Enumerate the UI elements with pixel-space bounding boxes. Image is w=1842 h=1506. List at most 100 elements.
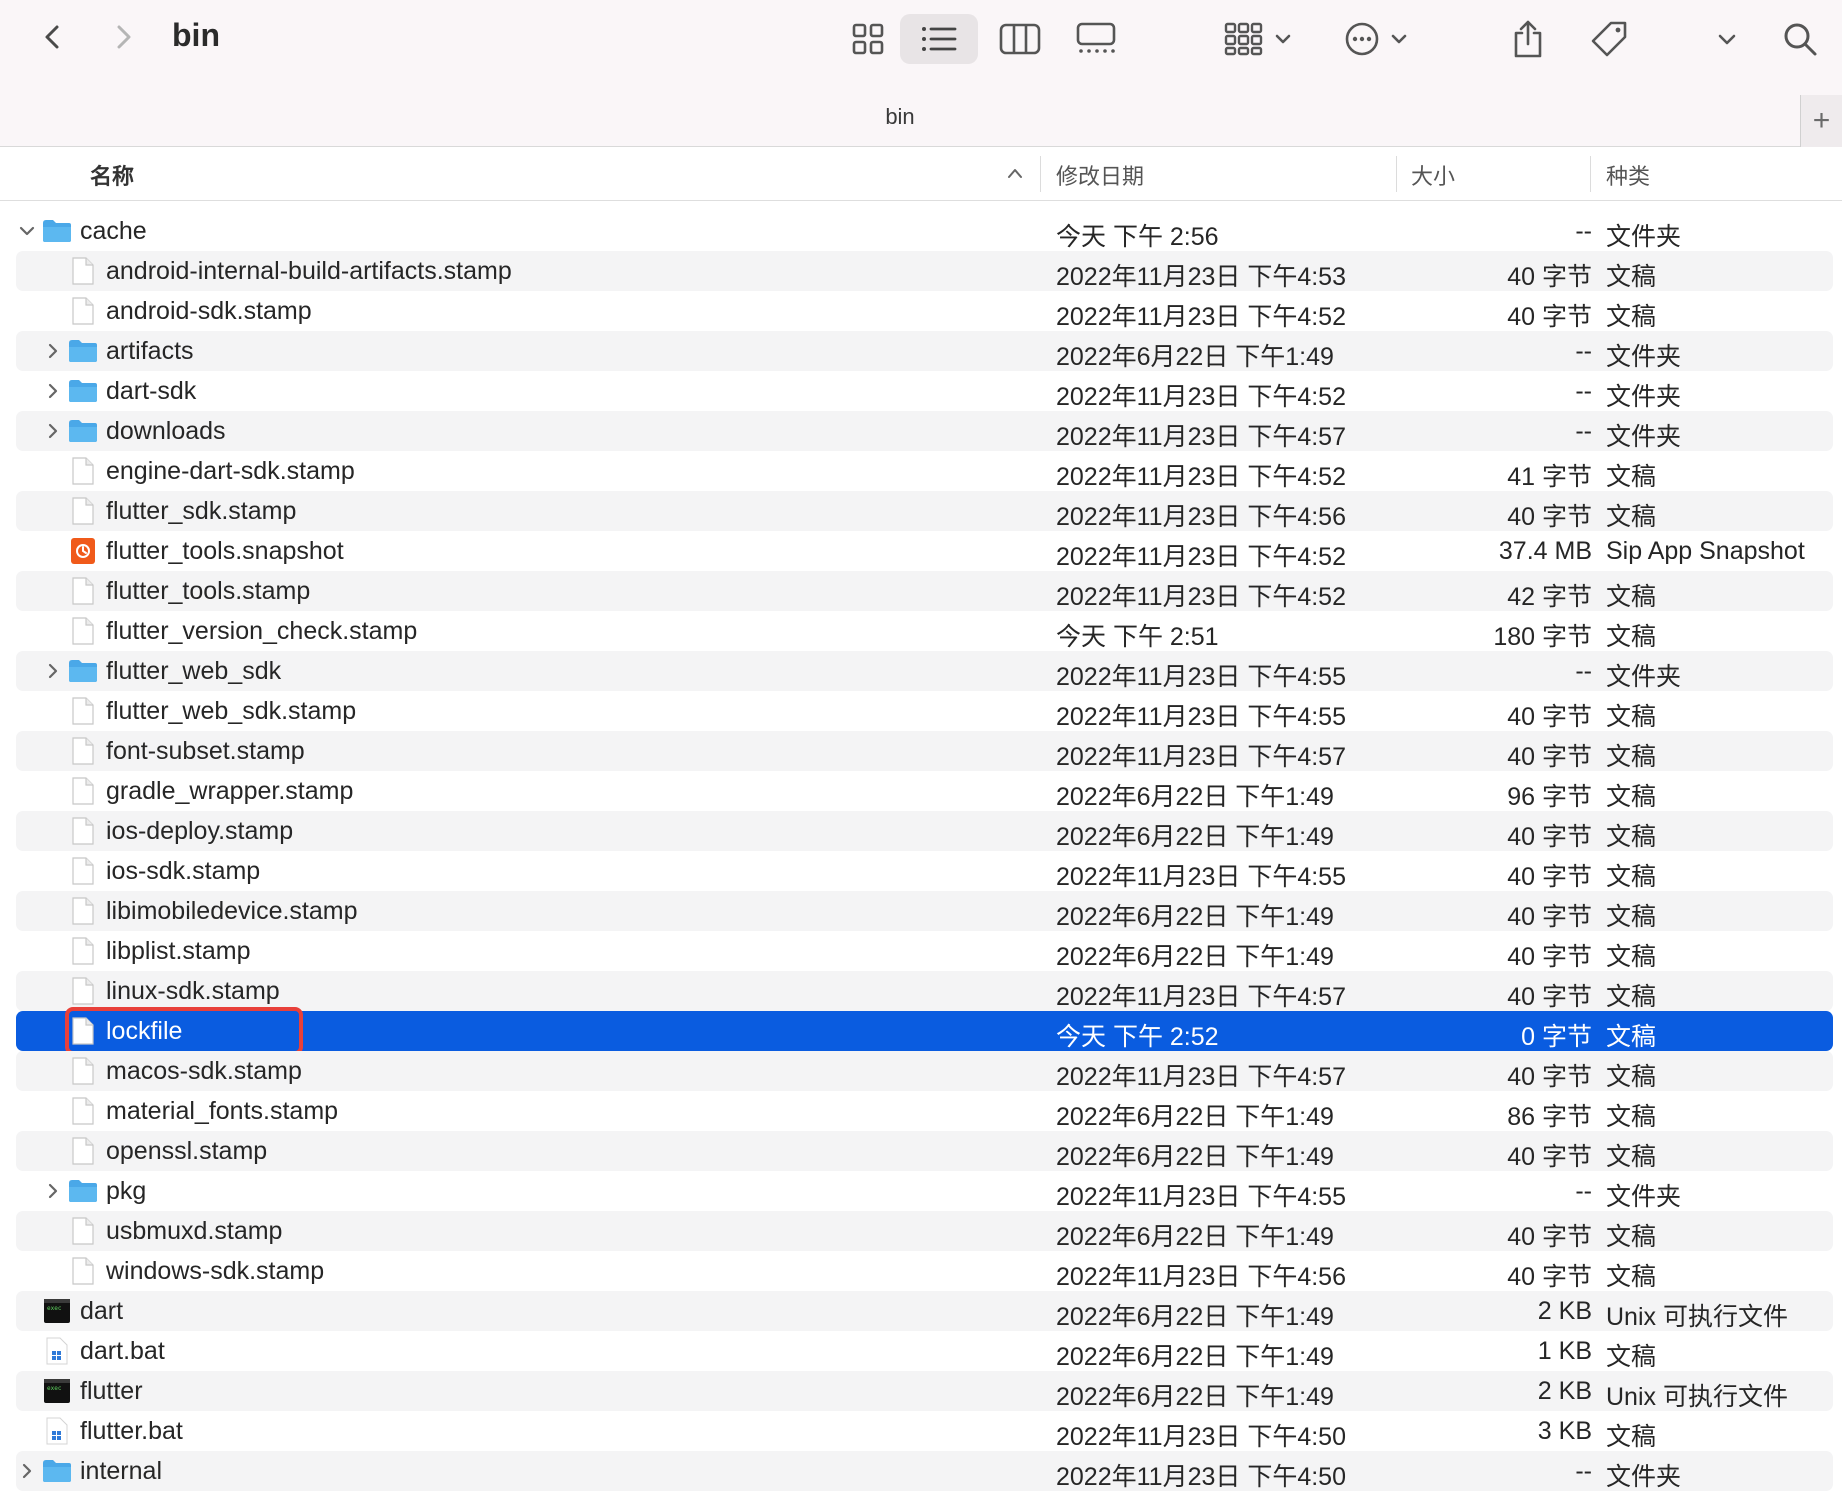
- disclosure-expanded-icon[interactable]: [16, 220, 38, 242]
- folder-icon: [68, 416, 98, 446]
- modified-date: 2022年11月23日 下午4:52: [1056, 543, 1346, 571]
- column-separator[interactable]: [1590, 156, 1591, 192]
- file-size: 96 字节: [1507, 783, 1592, 811]
- column-separator[interactable]: [1040, 156, 1041, 192]
- file-kind: 文稿: [1606, 1263, 1657, 1291]
- file-name: flutter_web_sdk: [106, 657, 282, 685]
- file-row[interactable]: dart.bat 2022年6月22日 下午1:49 1 KB 文稿: [16, 1331, 1833, 1371]
- more-actions-button[interactable]: [1338, 14, 1414, 64]
- document-icon: [68, 256, 98, 286]
- folder-row[interactable]: flutter_web_sdk 2022年11月23日 下午4:55 -- 文件夹: [16, 651, 1833, 691]
- file-row[interactable]: flutter_tools.snapshot 2022年11月23日 下午4:52…: [16, 531, 1833, 571]
- file-row[interactable]: font-subset.stamp 2022年11月23日 下午4:57 40 字节…: [16, 731, 1833, 771]
- disclosure-collapsed-icon[interactable]: [42, 660, 64, 682]
- file-row[interactable]: ios-sdk.stamp 2022年11月23日 下午4:55 40 字节 文稿: [16, 851, 1833, 891]
- folder-row[interactable]: dart-sdk 2022年11月23日 下午4:52 -- 文件夹: [16, 371, 1833, 411]
- icon-view-button[interactable]: [840, 14, 896, 64]
- gallery-view-button[interactable]: [1068, 14, 1124, 64]
- file-name: flutter: [80, 1377, 143, 1405]
- file-kind: 文稿: [1606, 743, 1657, 771]
- file-row[interactable]: lockfile 今天 下午 2:52 0 字节 文稿: [16, 1007, 1833, 1055]
- file-size: 40 字节: [1507, 863, 1592, 891]
- file-kind: 文稿: [1606, 703, 1657, 731]
- group-button[interactable]: [1218, 14, 1298, 64]
- file-size: 0 字节: [1521, 1023, 1592, 1051]
- folder-row[interactable]: cache 今天 下午 2:56 -- 文件夹: [16, 211, 1833, 251]
- file-row[interactable]: flutter_sdk.stamp 2022年11月23日 下午4:56 40 字节…: [16, 491, 1833, 531]
- tag-button[interactable]: [1584, 14, 1634, 64]
- file-row[interactable]: material_fonts.stamp 2022年6月22日 下午1:49 86 …: [16, 1091, 1833, 1131]
- chevron-down-icon: [1718, 34, 1736, 45]
- file-row[interactable]: windows-sdk.stamp 2022年11月23日 下午4:56 40 字节…: [16, 1251, 1833, 1291]
- column-header-name[interactable]: 名称: [90, 148, 134, 201]
- modified-date: 2022年11月23日 下午4:57: [1056, 423, 1346, 451]
- toolbar-overflow-button[interactable]: [1712, 14, 1742, 64]
- list-view-button[interactable]: [900, 14, 978, 64]
- document-icon: [68, 576, 98, 606]
- file-name: material_fonts.stamp: [106, 1097, 339, 1125]
- file-name: downloads: [106, 417, 226, 445]
- modified-date: 2022年6月22日 下午1:49: [1056, 823, 1334, 851]
- file-kind: 文稿: [1606, 783, 1657, 811]
- file-row[interactable]: exec dart 2022年6月22日 下午1:49 2 KB Unix 可执行文件: [16, 1291, 1833, 1331]
- file-row[interactable]: usbmuxd.stamp 2022年6月22日 下午1:49 40 字节 文稿: [16, 1211, 1833, 1251]
- folder-row[interactable]: pkg 2022年11月23日 下午4:55 -- 文件夹: [16, 1171, 1833, 1211]
- windows-batch-icon: [42, 1416, 72, 1446]
- column-header-kind[interactable]: 种类: [1606, 148, 1650, 201]
- document-icon: [68, 696, 98, 726]
- file-row[interactable]: flutter.bat 2022年11月23日 下午4:50 3 KB 文稿: [16, 1411, 1833, 1451]
- file-kind: 文稿: [1606, 943, 1657, 971]
- file-size: 41 字节: [1507, 463, 1592, 491]
- folder-row[interactable]: internal 2022年11月23日 下午4:50 -- 文件夹: [16, 1451, 1833, 1491]
- search-button[interactable]: [1778, 14, 1822, 64]
- file-size: 42 字节: [1507, 583, 1592, 611]
- file-kind: 文稿: [1606, 1343, 1657, 1371]
- column-header-date[interactable]: 修改日期: [1056, 148, 1144, 201]
- file-kind: 文稿: [1606, 583, 1657, 611]
- file-row[interactable]: android-sdk.stamp 2022年11月23日 下午4:52 40 字节…: [16, 291, 1833, 331]
- file-row[interactable]: android-internal-build-artifacts.stamp 20…: [16, 251, 1833, 291]
- chevron-down-icon: [1275, 34, 1291, 44]
- file-row[interactable]: macos-sdk.stamp 2022年11月23日 下午4:57 40 字节 文稿: [16, 1051, 1833, 1091]
- disclosure-collapsed-icon[interactable]: [42, 380, 64, 402]
- file-name: android-sdk.stamp: [106, 297, 312, 325]
- file-name: dart: [80, 1297, 124, 1325]
- file-name: libplist.stamp: [106, 937, 251, 965]
- file-kind: Unix 可执行文件: [1606, 1383, 1788, 1411]
- file-row[interactable]: exec flutter 2022年6月22日 下午1:49 2 KB Unix 可执行…: [16, 1371, 1833, 1411]
- file-size: 40 字节: [1507, 703, 1592, 731]
- file-size: 40 字节: [1507, 943, 1592, 971]
- column-header-size[interactable]: 大小: [1411, 148, 1455, 201]
- file-row[interactable]: openssl.stamp 2022年6月22日 下午1:49 40 字节 文稿: [16, 1131, 1833, 1171]
- column-separator[interactable]: [1396, 156, 1397, 192]
- svg-text:exec: exec: [47, 1305, 62, 1312]
- folder-row[interactable]: artifacts 2022年6月22日 下午1:49 -- 文件夹: [16, 331, 1833, 371]
- file-row[interactable]: gradle_wrapper.stamp 2022年6月22日 下午1:49 96 …: [16, 771, 1833, 811]
- file-kind: 文稿: [1606, 503, 1657, 531]
- file-row[interactable]: flutter_web_sdk.stamp 2022年11月23日 下午4:55 4…: [16, 691, 1833, 731]
- file-row[interactable]: libplist.stamp 2022年6月22日 下午1:49 40 字节 文稿: [16, 931, 1833, 971]
- document-icon: [68, 936, 98, 966]
- back-button[interactable]: [30, 14, 76, 60]
- file-row[interactable]: flutter_tools.stamp 2022年11月23日 下午4:52 42 …: [16, 571, 1833, 611]
- add-tab-button[interactable]: +: [1800, 95, 1842, 147]
- sort-ascending-icon[interactable]: [1006, 166, 1024, 180]
- disclosure-collapsed-icon[interactable]: [16, 1460, 38, 1482]
- disclosure-collapsed-icon[interactable]: [42, 340, 64, 362]
- disclosure-collapsed-icon[interactable]: [42, 420, 64, 442]
- file-kind: 文稿: [1606, 463, 1657, 491]
- file-row[interactable]: engine-dart-sdk.stamp 2022年11月23日 下午4:52 4…: [16, 451, 1833, 491]
- file-kind: 文件夹: [1606, 1463, 1682, 1491]
- column-view-button[interactable]: [992, 14, 1048, 64]
- folder-row[interactable]: downloads 2022年11月23日 下午4:57 -- 文件夹: [16, 411, 1833, 451]
- file-row[interactable]: ios-deploy.stamp 2022年6月22日 下午1:49 40 字节 文稿: [16, 811, 1833, 851]
- disclosure-collapsed-icon[interactable]: [42, 1180, 64, 1202]
- file-row[interactable]: flutter_version_check.stamp 今天 下午 2:51 180…: [16, 611, 1833, 651]
- file-row[interactable]: libimobiledevice.stamp 2022年6月22日 下午1:49 4…: [16, 891, 1833, 931]
- file-kind: 文件夹: [1606, 663, 1682, 691]
- share-button[interactable]: [1506, 14, 1550, 64]
- file-name: libimobiledevice.stamp: [106, 897, 358, 925]
- forward-button[interactable]: [100, 14, 146, 60]
- file-row[interactable]: linux-sdk.stamp 2022年11月23日 下午4:57 40 字节 文稿: [16, 971, 1833, 1011]
- file-list: cache 今天 下午 2:56 -- 文件夹 android-internal-bui…: [0, 211, 1842, 1491]
